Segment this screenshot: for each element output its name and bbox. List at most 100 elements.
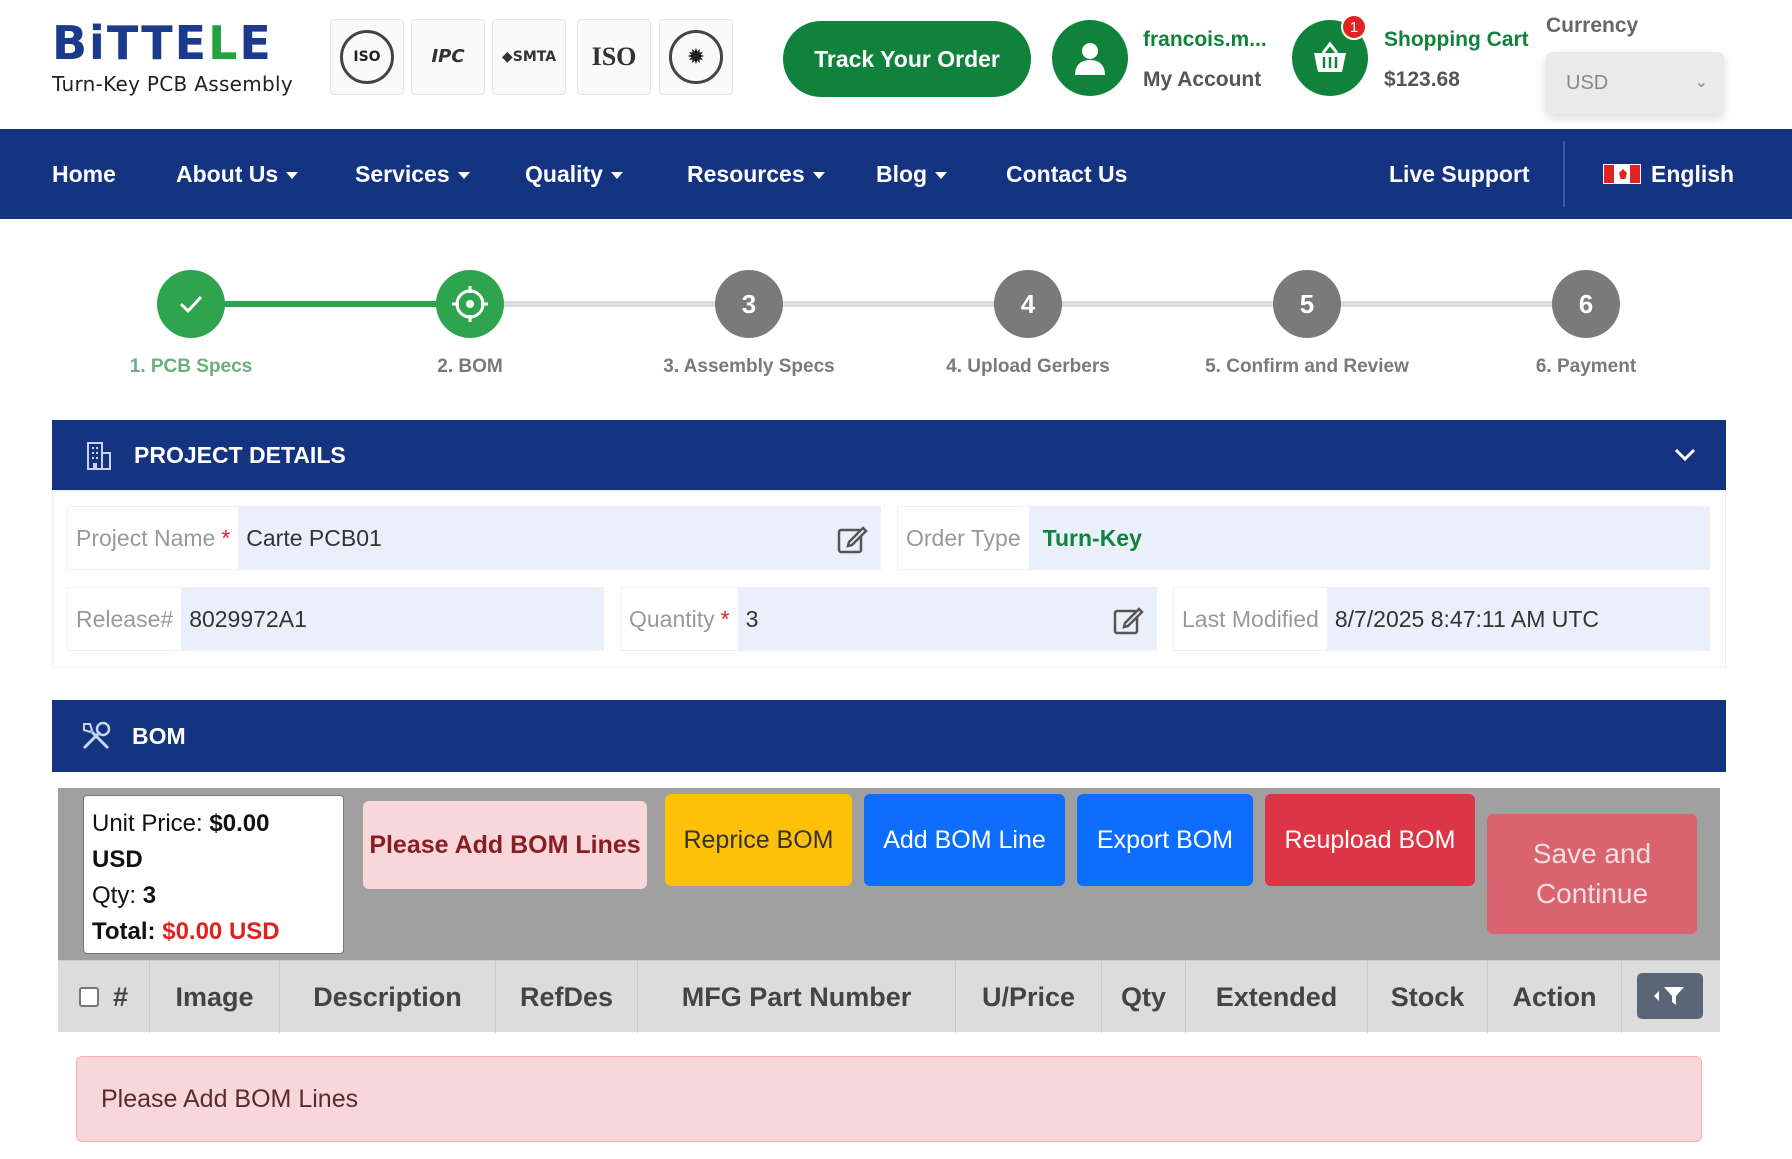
step-1-label: 1. PCB Specs: [129, 356, 253, 377]
quantity-value[interactable]: 3: [737, 588, 1156, 650]
bom-title: BOM: [132, 722, 186, 749]
nav-label: About Us: [176, 160, 279, 187]
unit-price-value: $0.00: [209, 810, 270, 837]
currency-label: Currency: [1546, 14, 1639, 37]
tools-icon: [82, 721, 111, 750]
nav-label: Resources: [687, 160, 805, 187]
unit-price-label: Unit Price:: [92, 810, 203, 837]
nav-label: Quality: [525, 160, 603, 187]
project-name-value[interactable]: Carte PCB01: [238, 507, 880, 569]
building-icon: [87, 442, 111, 470]
iso-badge-icon: ISO: [340, 30, 394, 84]
empty-bom-alert: Please Add BOM Lines: [76, 1056, 1702, 1142]
logo-word-accent: L: [208, 16, 240, 70]
nav-item-home[interactable]: Home: [52, 129, 116, 219]
top-header: BiTTELE Turn-Key PCB Assembly ISO IPC ◆S…: [0, 0, 1792, 128]
account-username[interactable]: francois.m...: [1143, 28, 1267, 52]
edit-icon[interactable]: [1112, 604, 1144, 636]
language-selector[interactable]: English: [1603, 129, 1734, 219]
nav-item-resources[interactable]: Resources: [687, 129, 825, 219]
edit-icon[interactable]: [836, 523, 868, 555]
track-order-button[interactable]: Track Your Order: [783, 21, 1031, 97]
column-header-number: #: [112, 981, 129, 1012]
canada-flag-icon: [1603, 164, 1641, 184]
iso-9001-badge: ISO: [330, 19, 404, 95]
bom-table-header: # Image Description RefDes MFG Part Numb…: [58, 960, 1720, 1033]
caret-down-icon: [286, 171, 299, 179]
my-account-link[interactable]: My Account: [1143, 68, 1261, 92]
maple-leaf-icon: ✹: [669, 30, 723, 84]
shopping-cart-link[interactable]: Shopping Cart: [1384, 28, 1529, 52]
column-header-stock[interactable]: Stock: [1368, 961, 1488, 1033]
reprice-bom-button[interactable]: Reprice BOM: [665, 794, 852, 886]
iso-13485-badge: ISO: [577, 19, 651, 95]
ontario-made-badge: ✹: [659, 19, 733, 95]
bittele-logo[interactable]: BiTTELE Turn-Key PCB Assembly: [52, 20, 312, 105]
release-value: 8029972A1: [181, 588, 603, 650]
select-all-cell: #: [58, 961, 150, 1033]
step-1-circle[interactable]: [157, 270, 225, 338]
crosshair-icon: [452, 286, 488, 322]
column-filter-button[interactable]: [1637, 973, 1703, 1019]
iso-badge-text: ISO: [353, 49, 381, 65]
step-6-label: 6. Payment: [1535, 356, 1637, 377]
label-text: Quantity: [629, 605, 715, 632]
step-4-circle[interactable]: 4: [994, 270, 1062, 338]
nav-item-blog[interactable]: Blog: [876, 129, 948, 219]
stepper-progress-line: [191, 301, 471, 307]
column-header-unit-price[interactable]: U/Price: [956, 961, 1102, 1033]
currency-selected-value: USD: [1566, 71, 1609, 94]
quantity-field: Quantity * 3: [620, 587, 1157, 651]
nav-item-contact-us[interactable]: Contact Us: [1006, 129, 1127, 219]
export-bom-button[interactable]: Export BOM: [1077, 794, 1253, 886]
total-line: Total: $0.00 USD: [92, 914, 335, 950]
step-3-circle[interactable]: 3: [715, 270, 783, 338]
smta-badge: ◆SMTA: [492, 19, 566, 95]
caret-down-icon: [935, 171, 948, 179]
smta-label: SMTA: [512, 49, 557, 65]
qty-label: Qty:: [92, 882, 137, 909]
please-add-bom-lines-button[interactable]: Please Add BOM Lines: [363, 801, 647, 889]
bom-price-summary: Unit Price: $0.00 USD Qty: 3 Total: $0.0…: [83, 795, 344, 954]
chevron-down-icon[interactable]: [1674, 448, 1696, 462]
save-and-continue-button[interactable]: Save and Continue: [1487, 814, 1697, 934]
nav-item-services[interactable]: Services: [355, 129, 470, 219]
iso-13485-text: ISO: [591, 42, 637, 71]
currency-select[interactable]: USD ⌄: [1546, 52, 1724, 114]
column-header-refdes[interactable]: RefDes: [496, 961, 638, 1033]
user-icon: [1075, 43, 1105, 75]
last-modified-field: Last Modified 8/7/2025 8:47:11 AM UTC: [1173, 587, 1710, 651]
main-nav: Home About Us Services Quality Resources…: [0, 129, 1792, 219]
account-icon[interactable]: [1052, 20, 1128, 96]
release-field: Release# 8029972A1: [67, 587, 604, 651]
live-support-link[interactable]: Live Support: [1389, 129, 1530, 219]
nav-label: Services: [355, 160, 450, 187]
checkmark-icon: [179, 295, 203, 314]
qty-value: 3: [142, 882, 157, 909]
select-all-checkbox[interactable]: [78, 987, 99, 1007]
step-5-circle[interactable]: 5: [1273, 270, 1341, 338]
column-header-mfg-part-number[interactable]: MFG Part Number: [638, 961, 956, 1033]
column-header-extended[interactable]: Extended: [1186, 961, 1368, 1033]
total-label: Total:: [92, 918, 156, 945]
nav-label: Home: [52, 160, 116, 187]
column-header-qty[interactable]: Qty: [1102, 961, 1186, 1033]
step-2-circle[interactable]: [436, 270, 504, 338]
shopping-basket-icon: [1314, 41, 1346, 72]
reupload-bom-button[interactable]: Reupload BOM: [1265, 794, 1475, 886]
label-text: Project Name: [76, 524, 216, 551]
ipc-badge: IPC: [411, 19, 485, 95]
chevron-down-icon: ⌄: [1694, 74, 1708, 91]
nav-item-about-us[interactable]: About Us: [176, 129, 299, 219]
nav-label: Live Support: [1389, 160, 1530, 187]
order-type-field: Order Type Turn-Key: [897, 506, 1710, 570]
project-name-label: Project Name *: [68, 507, 239, 569]
bom-header: BOM: [52, 700, 1726, 772]
column-header-description[interactable]: Description: [280, 961, 496, 1033]
step-2-label: 2. BOM: [437, 356, 503, 377]
nav-item-quality[interactable]: Quality: [525, 129, 623, 219]
column-header-image[interactable]: Image: [150, 961, 280, 1033]
project-details-header[interactable]: PROJECT DETAILS: [52, 420, 1726, 490]
add-bom-line-button[interactable]: Add BOM Line: [864, 794, 1065, 886]
step-6-circle[interactable]: 6: [1552, 270, 1620, 338]
